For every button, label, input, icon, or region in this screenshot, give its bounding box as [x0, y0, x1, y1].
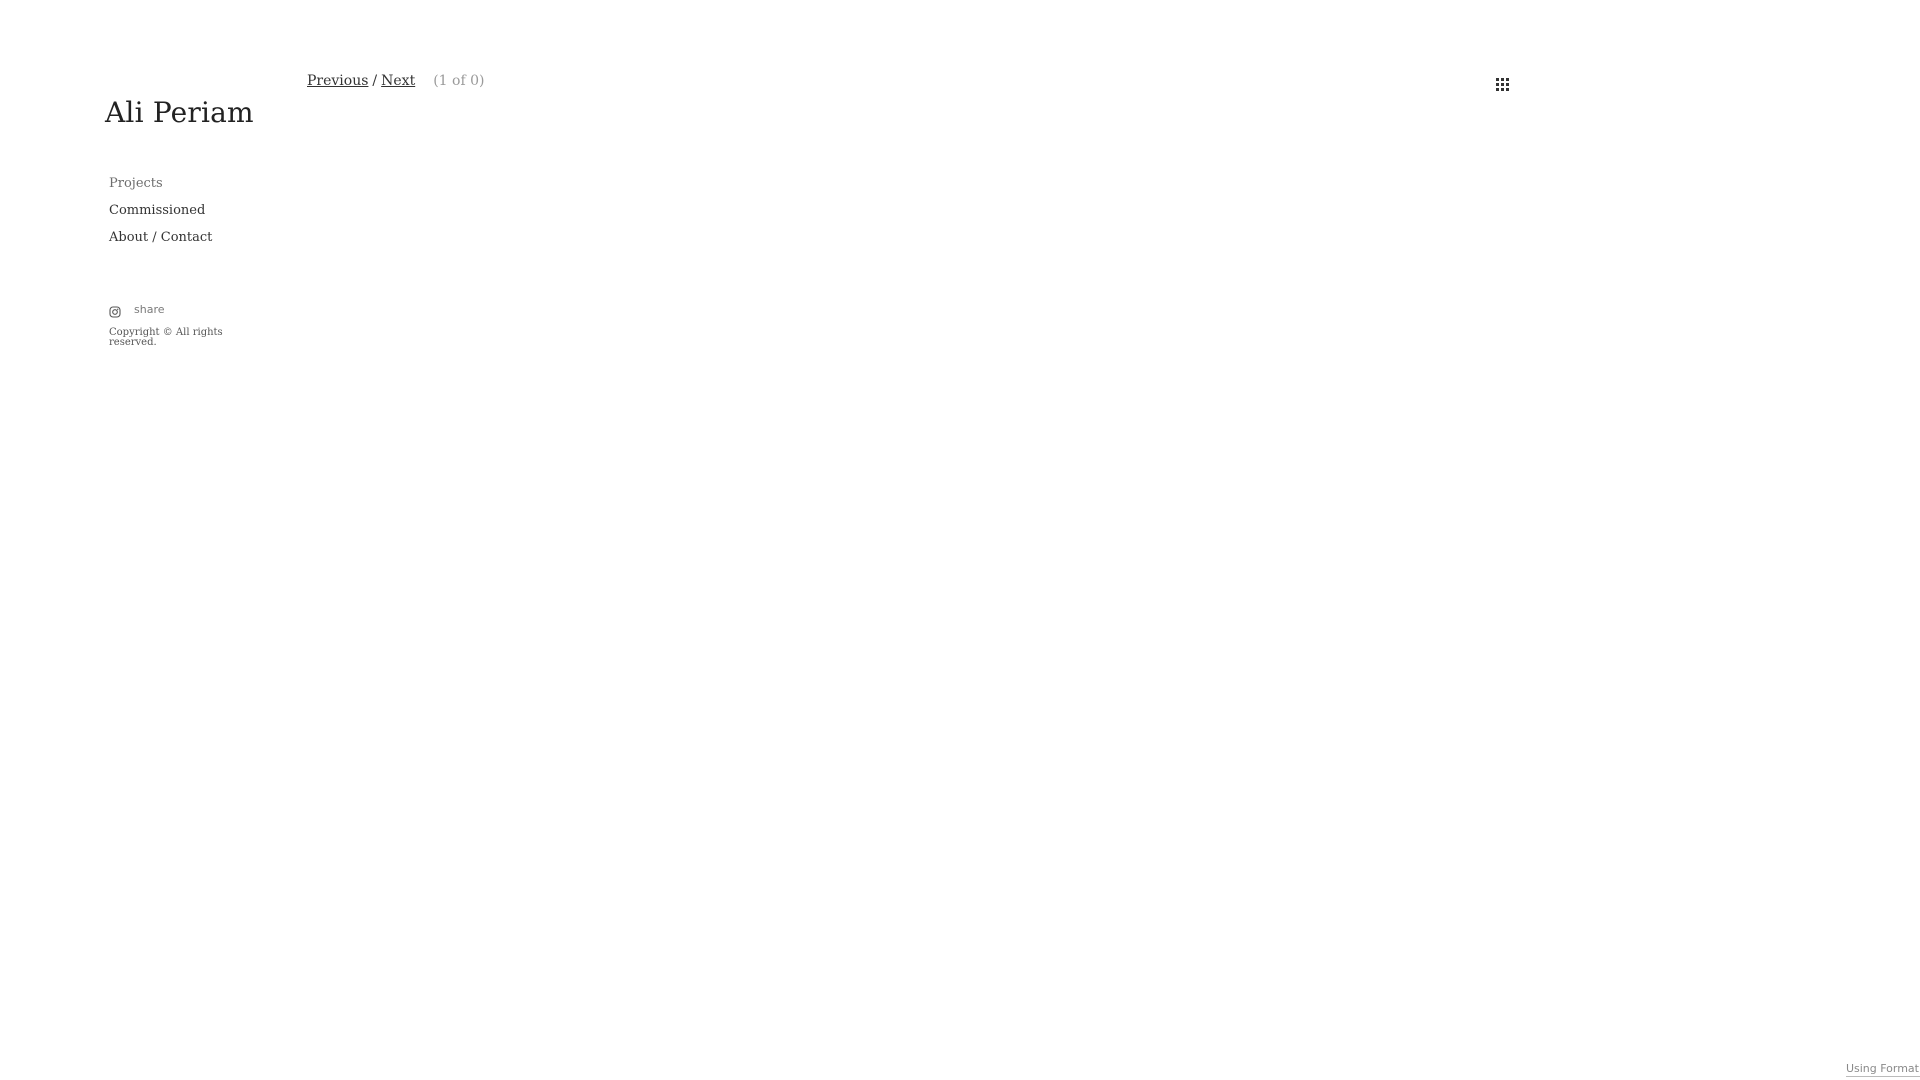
social-links: share [109, 301, 165, 318]
page: Ali Periam Projects Commissioned About /… [0, 0, 1920, 1080]
pager-separator: / [372, 73, 378, 89]
sidebar-nav: Projects Commissioned About / Contact [109, 170, 212, 251]
previous-link[interactable]: Previous [307, 73, 368, 89]
next-link[interactable]: Next [381, 73, 415, 89]
nav-item-projects[interactable]: Projects [109, 170, 212, 197]
using-format-link[interactable]: Using Format [1845, 1062, 1920, 1077]
nav-item-commissioned[interactable]: Commissioned [109, 197, 212, 224]
instagram-icon[interactable] [109, 303, 121, 318]
grid-icon[interactable] [1496, 76, 1509, 91]
pagination: Previous / Next (1 of 0) [307, 73, 484, 89]
copyright-text: Copyright © All rights reserved. [109, 327, 223, 348]
nav-item-about-contact[interactable]: About / Contact [109, 224, 212, 251]
image-counter: (1 of 0) [433, 73, 485, 89]
share-link[interactable]: share [134, 303, 165, 316]
site-title[interactable]: Ali Periam [105, 96, 254, 129]
